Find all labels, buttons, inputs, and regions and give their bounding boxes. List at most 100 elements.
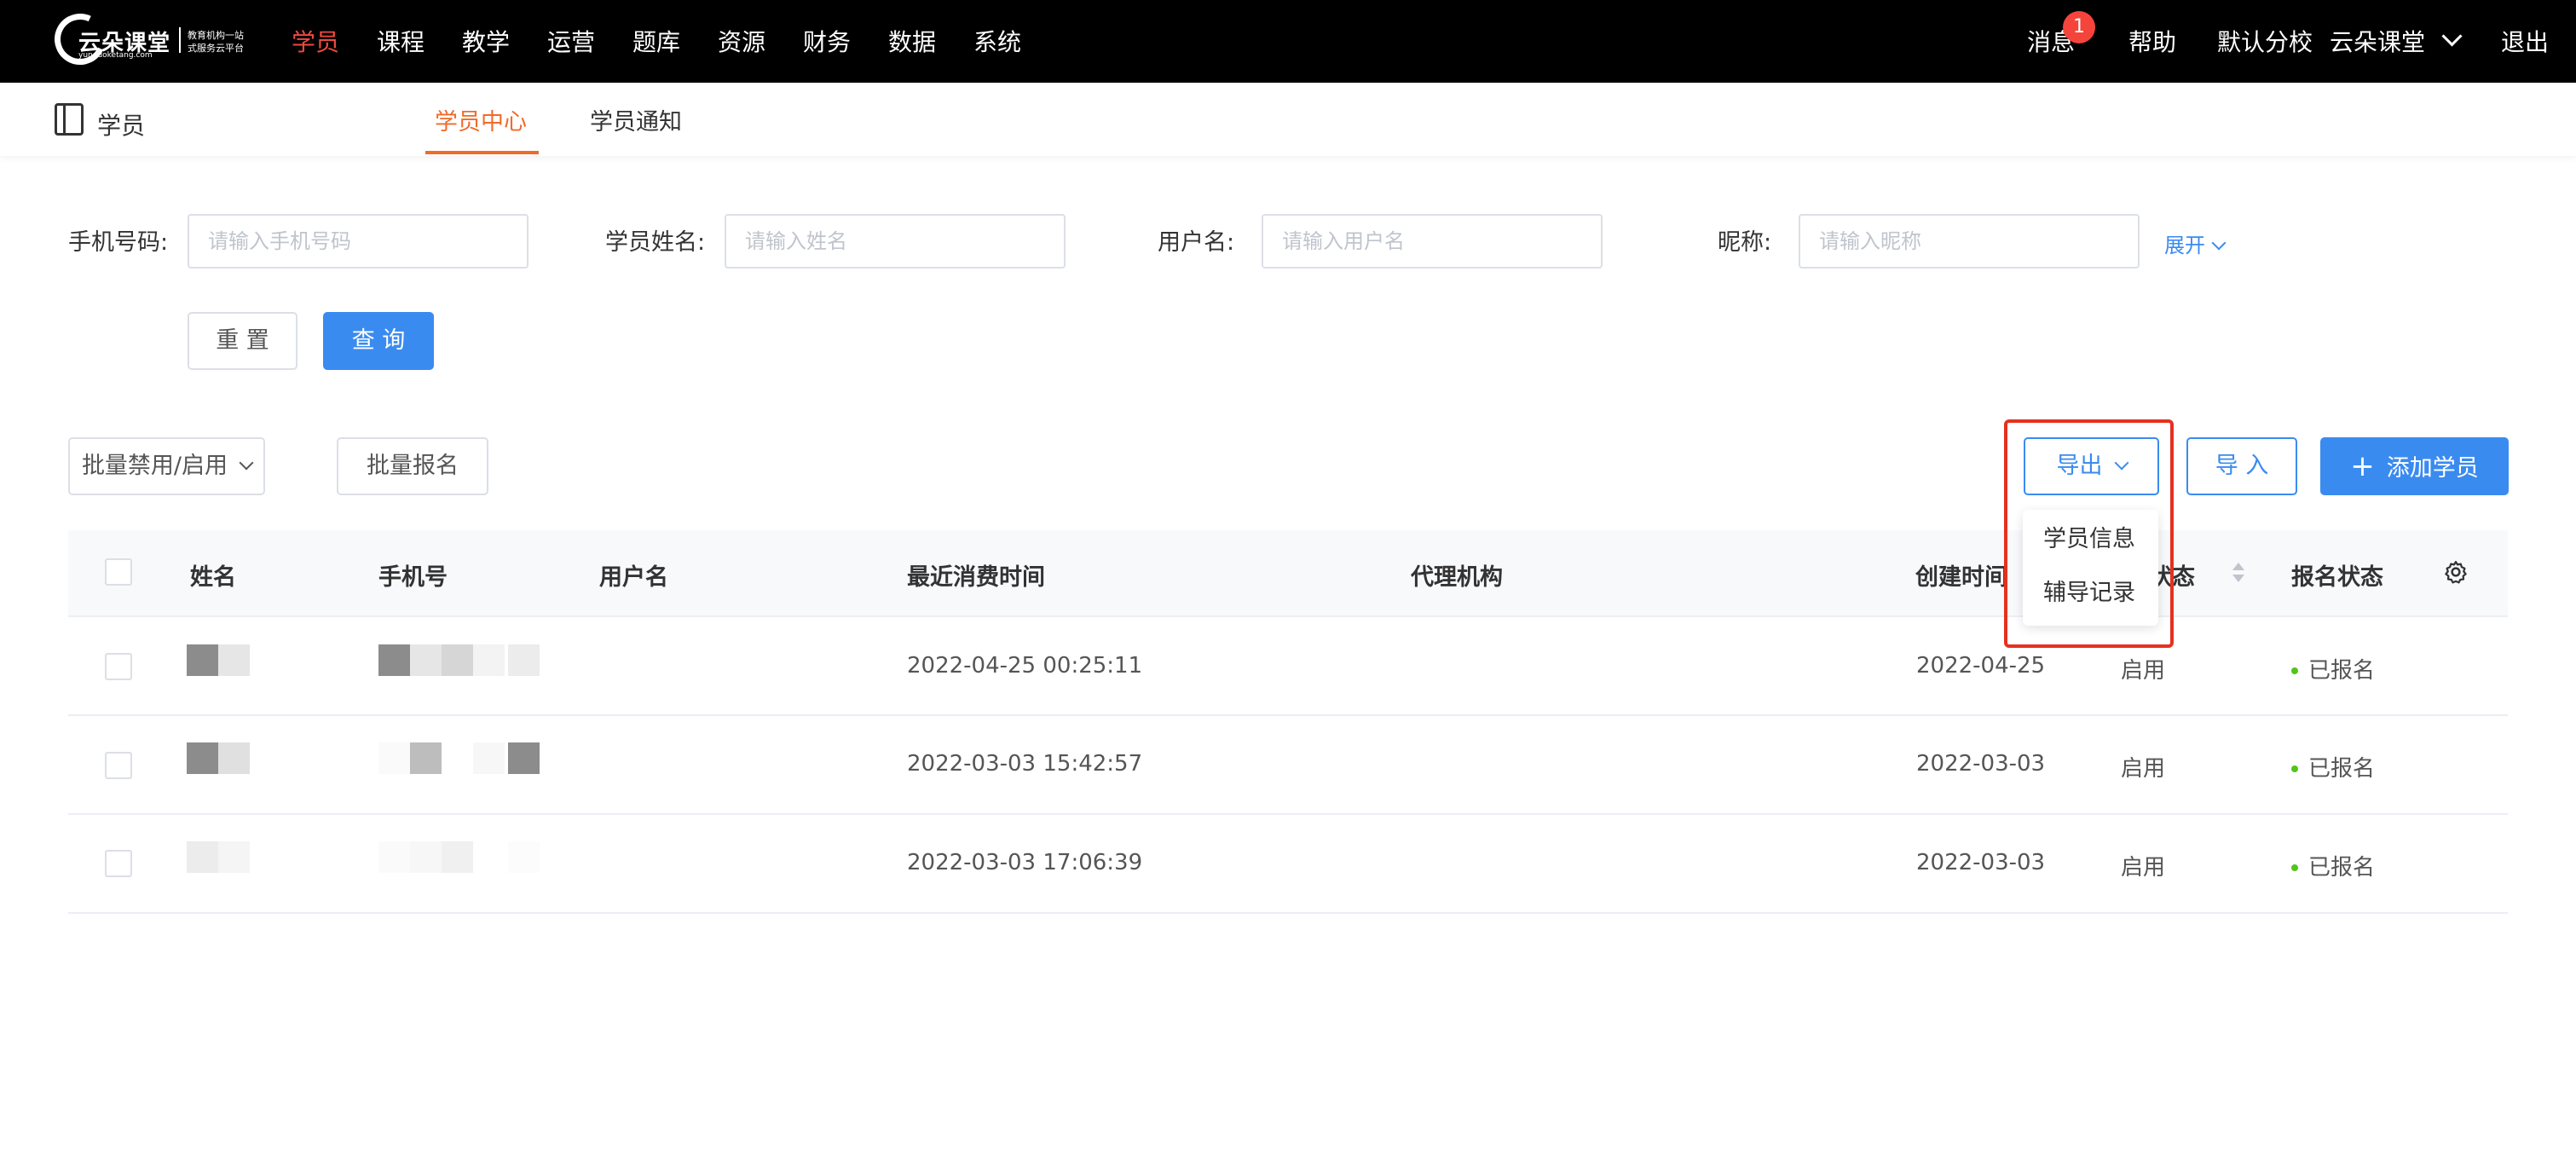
nav-item-courses[interactable]: 课程 (377, 24, 425, 58)
nickname-label: 昵称: (1718, 229, 1772, 256)
username-input[interactable] (1262, 214, 1603, 269)
top-navigation-bar: 云朵课堂 yunduoketang.com 教育机构一站 式服务云平台 学员 课… (0, 0, 2576, 83)
status-dot (2291, 864, 2298, 871)
status-dot (2291, 667, 2298, 674)
logout-link[interactable]: 退出 (2501, 24, 2549, 58)
logo-divider (179, 27, 181, 53)
masked-name (187, 841, 218, 873)
branch-selector[interactable]: 默认分校 (2217, 24, 2313, 58)
phone-input[interactable] (188, 214, 528, 269)
masked-phone (508, 644, 540, 676)
student-name-input[interactable] (725, 214, 1066, 269)
query-button[interactable]: 查 询 (323, 312, 434, 370)
nav-item-finance[interactable]: 财务 (803, 24, 851, 58)
logo-slogan-line: 教育机构一站 (188, 30, 244, 41)
enroll-status-text: 已报名 (2308, 658, 2376, 684)
username-label: 用户名: (1158, 229, 1235, 256)
last-consume-time: 2022-03-03 17:06:39 (907, 850, 1143, 875)
row-checkbox[interactable] (105, 850, 132, 877)
masked-phone (378, 841, 410, 873)
export-tutoring-records-option[interactable]: 辅导记录 (2043, 574, 2135, 607)
active-tab-indicator (425, 151, 539, 154)
masked-phone (410, 742, 442, 774)
row-divider (68, 714, 2508, 716)
batch-toggle-button[interactable]: 批量禁用/启用 (68, 437, 265, 495)
add-student-button[interactable]: + 添加学员 (2320, 437, 2509, 495)
tab-student-notice[interactable]: 学员通知 (590, 103, 682, 136)
select-all-checkbox[interactable] (105, 558, 132, 586)
column-header-phone: 手机号 (378, 564, 448, 591)
row-checkbox[interactable] (105, 752, 132, 779)
masked-phone (410, 644, 442, 676)
masked-phone (473, 644, 505, 676)
row-checkbox[interactable] (105, 653, 132, 680)
row-divider (68, 813, 2508, 815)
notebook-icon (55, 103, 84, 136)
batch-enroll-button[interactable]: 批量报名 (337, 437, 488, 495)
masked-name (218, 841, 250, 873)
masked-phone (508, 742, 540, 774)
nav-item-operations[interactable]: 运营 (547, 24, 595, 58)
status-dot (2291, 765, 2298, 772)
created-date: 2022-04-25 (1916, 653, 2046, 679)
masked-phone (442, 841, 473, 873)
reset-button[interactable]: 重 置 (188, 312, 297, 370)
nav-item-resources[interactable]: 资源 (718, 24, 765, 58)
nav-item-question-bank[interactable]: 题库 (632, 24, 680, 58)
tab-student-center[interactable]: 学员中心 (435, 103, 527, 136)
masked-name (187, 644, 218, 676)
batch-toggle-label: 批量禁用/启用 (81, 453, 228, 479)
enroll-status: 已报名 (2291, 751, 2375, 783)
expand-label: 展开 (2164, 234, 2205, 257)
masked-phone (378, 742, 410, 774)
export-student-info-option[interactable]: 学员信息 (2043, 520, 2135, 553)
gear-icon[interactable] (2443, 559, 2469, 585)
column-header-created: 创建时间 (1915, 564, 2007, 591)
column-header-enroll-status: 报名状态 (2291, 564, 2383, 591)
yunduo-logo[interactable]: 云朵课堂 yunduoketang.com 教育机构一站 式服务云平台 (47, 6, 251, 72)
chevron-down-icon (239, 455, 254, 471)
masked-phone (508, 841, 540, 873)
masked-phone (410, 841, 442, 873)
export-dropdown-menu: 学员信息 辅导记录 (2023, 510, 2158, 626)
masked-name (218, 644, 250, 676)
row-divider (68, 912, 2508, 914)
nickname-input[interactable] (1799, 214, 2140, 269)
logo-domain: yunduoketang.com (78, 51, 153, 60)
nav-item-students[interactable]: 学员 (292, 24, 339, 58)
created-date: 2022-03-03 (1916, 850, 2046, 875)
masked-phone (442, 644, 473, 676)
logo-slogan: 教育机构一站 式服务云平台 (188, 29, 244, 55)
enroll-status-text: 已报名 (2308, 756, 2376, 782)
column-header-last-consume: 最近消费时间 (907, 564, 1045, 591)
account-menu[interactable]: 云朵课堂 (2330, 24, 2463, 58)
section-title: 学员 (97, 112, 146, 140)
account-status: 启用 (2121, 855, 2166, 881)
nav-item-data[interactable]: 数据 (888, 24, 936, 58)
last-consume-time: 2022-04-25 00:25:11 (907, 653, 1143, 679)
message-count-badge: 1 (2063, 11, 2095, 43)
nav-item-teaching[interactable]: 教学 (462, 24, 510, 58)
sub-navigation-bar (0, 83, 2576, 156)
chevron-down-icon (2211, 235, 2227, 251)
sort-icon[interactable] (2231, 563, 2246, 585)
column-header-username: 用户名 (599, 564, 668, 591)
created-date: 2022-03-03 (1916, 751, 2046, 777)
masked-phone (473, 742, 505, 774)
masked-name (218, 742, 250, 774)
import-button[interactable]: 导 入 (2186, 437, 2297, 495)
enroll-status-text: 已报名 (2308, 855, 2376, 881)
phone-label: 手机号码: (68, 229, 169, 256)
expand-filters-link[interactable]: 展开 (2164, 228, 2227, 258)
help-link[interactable]: 帮助 (2128, 24, 2176, 58)
account-status: 启用 (2121, 658, 2166, 684)
enroll-status: 已报名 (2291, 653, 2375, 684)
student-name-label: 学员姓名: (605, 229, 706, 256)
column-header-name: 姓名 (190, 564, 236, 591)
plus-icon: + (2350, 449, 2375, 483)
nav-item-system[interactable]: 系统 (973, 24, 1021, 58)
account-name: 云朵课堂 (2330, 28, 2426, 56)
last-consume-time: 2022-03-03 15:42:57 (907, 751, 1143, 777)
chevron-down-icon (2441, 26, 2463, 47)
masked-phone (378, 644, 410, 676)
